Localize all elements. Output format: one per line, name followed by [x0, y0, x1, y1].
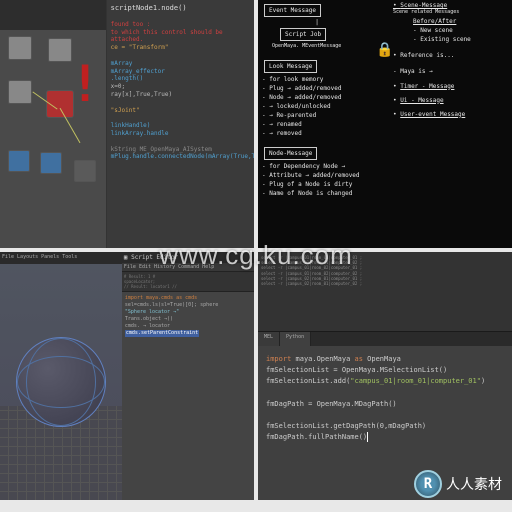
node-blue-1[interactable]	[8, 150, 30, 172]
code-editor-panel: select -r |campus_01|room_01|computer_01…	[258, 252, 512, 500]
script-title: scriptNode1.node()	[111, 4, 250, 13]
viewport-canvas[interactable]	[0, 264, 122, 500]
node-1[interactable]	[8, 36, 32, 60]
viewport-script-panel: File Layouts Panels Tools ▣ Script Edito…	[0, 252, 254, 500]
node-toolbar	[0, 0, 106, 30]
se-title: ▣ Script Editor	[122, 252, 254, 263]
viewport-3d[interactable]: File Layouts Panels Tools	[0, 252, 122, 500]
node-3[interactable]	[8, 80, 32, 104]
script-panel-1[interactable]: scriptNode1.node() found too : to which …	[107, 0, 254, 248]
node-gray[interactable]	[74, 160, 96, 182]
node-2[interactable]	[48, 38, 72, 62]
wb-node-title: Node-Message	[264, 147, 317, 160]
text-cursor	[367, 432, 368, 442]
wb-look-title: Look Message	[264, 60, 317, 73]
tab-mel[interactable]: MEL	[258, 332, 280, 346]
logo-text: 人人素材	[446, 474, 502, 494]
wireframe-sphere[interactable]	[16, 337, 106, 427]
history-output: select -r |campus_01|room_01|computer_01…	[258, 252, 512, 332]
selected-line: cmds.setParentConstraint	[125, 330, 199, 337]
node-canvas[interactable]: !	[0, 30, 106, 248]
wb-scene-title: • Scene-Message	[393, 2, 508, 9]
editor-tabs: MEL Python	[258, 332, 512, 346]
warning-icon: !	[70, 55, 100, 113]
script-editor[interactable]: ▣ Script Editor File Edit History Comman…	[122, 252, 254, 500]
lock-icon: 🔒	[376, 42, 393, 58]
tab-python[interactable]: Python	[280, 332, 311, 346]
node-script-panel: ! scriptNode1.node() found too : to whic…	[0, 0, 254, 248]
whiteboard-panel: Event Message | Script Job OpenMaya. MEv…	[258, 0, 512, 248]
site-logo: R 人人素材	[414, 470, 502, 498]
se-history: # Result: 1 # spaceLocator; // Result: l…	[122, 272, 254, 292]
wb-event-title: Event Message	[264, 4, 321, 17]
se-menu[interactable]: File Edit History Command Help	[122, 263, 254, 272]
viewport-menu[interactable]: File Layouts Panels Tools	[0, 252, 122, 264]
logo-badge: R	[414, 470, 442, 498]
node-blue-2[interactable]	[40, 152, 62, 174]
se-input[interactable]: import maya.cmds as cmds sel=cmds.ls(sl=…	[122, 292, 254, 340]
node-editor[interactable]: !	[0, 0, 107, 248]
wb-scriptjob: Script Job	[280, 28, 326, 41]
